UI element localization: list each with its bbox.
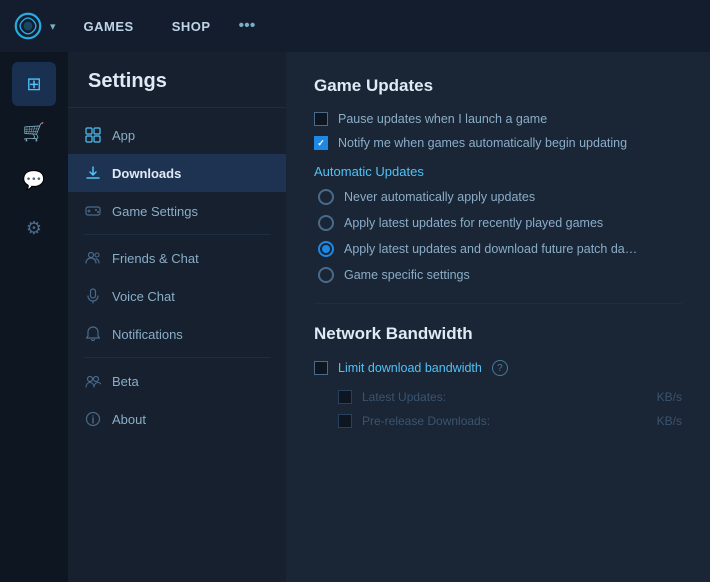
network-bandwidth-title: Network Bandwidth xyxy=(314,324,682,344)
sidebar-item-app[interactable]: App xyxy=(68,116,286,154)
icon-sidebar: ⊞ 🛒 💬 ⚙ xyxy=(0,52,68,582)
nav-divider-1 xyxy=(84,234,270,235)
auto-updates-label: Automatic Updates xyxy=(314,164,682,179)
sidebar-item-game-settings-label: Game Settings xyxy=(112,204,198,219)
notify-updates-checkbox[interactable] xyxy=(314,136,328,150)
sidebar-item-about[interactable]: About xyxy=(68,400,286,438)
sidebar-item-voice-chat[interactable]: Voice Chat xyxy=(68,277,286,315)
settings-nav: App Downloads xyxy=(68,108,286,446)
sidebar-item-downloads[interactable]: Downloads xyxy=(68,154,286,192)
content-area: Game Updates Pause updates when I launch… xyxy=(286,52,710,582)
radio-never-label: Never automatically apply updates xyxy=(344,190,535,204)
main-layout: ⊞ 🛒 💬 ⚙ Settings App xyxy=(0,52,710,582)
sidebar-item-about-label: About xyxy=(112,412,146,427)
nav-games[interactable]: GAMES xyxy=(74,13,144,40)
latest-updates-row: Latest Updates: KB/s xyxy=(338,390,682,404)
latest-updates-label: Latest Updates: xyxy=(362,390,647,404)
settings-panel: Settings App xyxy=(68,52,286,582)
pause-updates-label: Pause updates when I launch a game xyxy=(338,112,547,126)
app-icon xyxy=(84,126,102,144)
radio-game-specific-row: Game specific settings xyxy=(318,267,682,283)
pause-updates-checkbox[interactable] xyxy=(314,112,328,126)
radio-never-row: Never automatically apply updates xyxy=(318,189,682,205)
game-updates-title: Game Updates xyxy=(314,76,682,96)
radio-recently-played-row: Apply latest updates for recently played… xyxy=(318,215,682,231)
about-icon xyxy=(84,410,102,428)
notifications-icon xyxy=(84,325,102,343)
sidebar-item-beta[interactable]: Beta xyxy=(68,362,286,400)
sidebar-icon-grid[interactable]: ⊞ xyxy=(12,62,56,106)
prerelease-row: Pre-release Downloads: KB/s xyxy=(338,414,682,428)
radio-group: Never automatically apply updates Apply … xyxy=(318,189,682,283)
notify-updates-label: Notify me when games automatically begin… xyxy=(338,136,627,150)
sidebar-icon-chat[interactable]: 💬 xyxy=(12,158,56,202)
sidebar-item-notifications[interactable]: Notifications xyxy=(68,315,286,353)
friends-icon xyxy=(84,249,102,267)
logo[interactable] xyxy=(12,10,44,42)
voice-chat-icon xyxy=(84,287,102,305)
sidebar-item-friends-chat-label: Friends & Chat xyxy=(112,251,199,266)
latest-updates-checkbox[interactable] xyxy=(338,390,352,404)
radio-never[interactable] xyxy=(318,189,334,205)
radio-apply-future[interactable] xyxy=(318,241,334,257)
sidebar-item-downloads-label: Downloads xyxy=(112,166,181,181)
sidebar-icon-cart[interactable]: 🛒 xyxy=(12,110,56,154)
section-divider xyxy=(314,303,682,304)
prerelease-unit: KB/s xyxy=(657,414,682,428)
nav-more[interactable]: ••• xyxy=(239,17,256,35)
nav-divider-2 xyxy=(84,357,270,358)
radio-recently-played-label: Apply latest updates for recently played… xyxy=(344,216,603,230)
sidebar-item-friends-chat[interactable]: Friends & Chat xyxy=(68,239,286,277)
game-settings-icon xyxy=(84,202,102,220)
radio-apply-future-label: Apply latest updates and download future… xyxy=(344,242,637,256)
radio-game-specific-label: Game specific settings xyxy=(344,268,470,282)
notify-updates-row: Notify me when games automatically begin… xyxy=(314,136,682,150)
logo-dropdown-arrow[interactable]: ▾ xyxy=(50,20,56,33)
top-nav: ▾ GAMES SHOP ••• xyxy=(0,0,710,52)
sidebar-item-voice-chat-label: Voice Chat xyxy=(112,289,175,304)
radio-apply-future-row: Apply latest updates and download future… xyxy=(318,241,682,257)
beta-icon xyxy=(84,372,102,390)
pause-updates-row: Pause updates when I launch a game xyxy=(314,112,682,126)
bandwidth-checkbox[interactable] xyxy=(314,361,328,375)
sidebar-item-notifications-label: Notifications xyxy=(112,327,183,342)
radio-recently-played[interactable] xyxy=(318,215,334,231)
prerelease-checkbox[interactable] xyxy=(338,414,352,428)
sidebar-item-game-settings[interactable]: Game Settings xyxy=(68,192,286,230)
bandwidth-row: Limit download bandwidth ? xyxy=(314,360,682,376)
prerelease-label: Pre-release Downloads: xyxy=(362,414,647,428)
radio-game-specific[interactable] xyxy=(318,267,334,283)
nav-shop[interactable]: SHOP xyxy=(162,13,221,40)
sidebar-item-app-label: App xyxy=(112,128,135,143)
sidebar-icon-gear[interactable]: ⚙ xyxy=(12,206,56,250)
downloads-icon xyxy=(84,164,102,182)
settings-title: Settings xyxy=(68,52,286,108)
sidebar-item-beta-label: Beta xyxy=(112,374,139,389)
latest-updates-unit: KB/s xyxy=(657,390,682,404)
bandwidth-label: Limit download bandwidth xyxy=(338,361,482,375)
bandwidth-info-icon[interactable]: ? xyxy=(492,360,508,376)
